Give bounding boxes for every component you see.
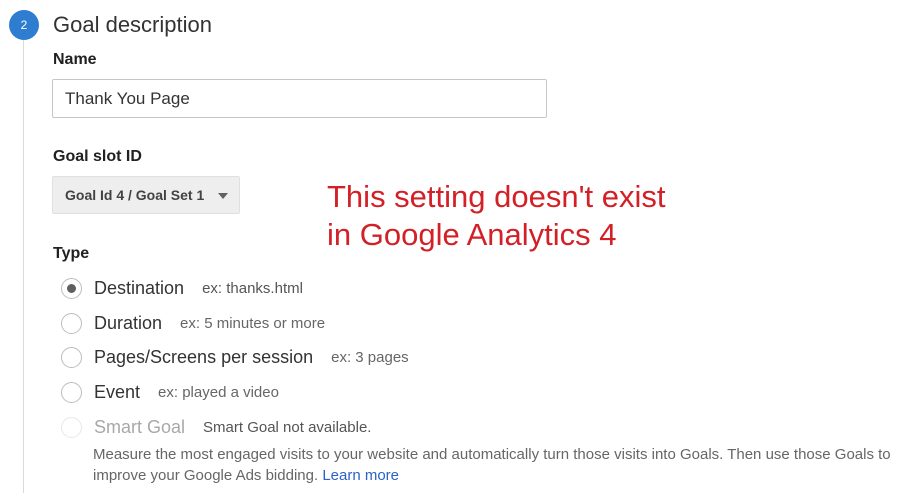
- caret-down-icon: [218, 193, 228, 199]
- annotation-text: This setting doesn't exist in Google Ana…: [327, 178, 665, 254]
- smart-goal-description: Measure the most engaged visits to your …: [93, 444, 905, 486]
- type-option-hint: ex: 3 pages: [331, 349, 409, 366]
- radio-unselected-icon[interactable]: [61, 382, 82, 403]
- type-label: Type: [53, 245, 90, 262]
- annotation-line-1: This setting doesn't exist: [327, 179, 666, 214]
- goal-slot-dropdown[interactable]: Goal Id 4 / Goal Set 1: [52, 176, 240, 214]
- type-option-smart-goal: Smart Goal Smart Goal not available.: [61, 417, 371, 438]
- type-option-label: Smart Goal: [94, 417, 186, 437]
- section-title: Goal description: [53, 12, 212, 37]
- type-option-hint: Smart Goal not available.: [203, 419, 372, 436]
- type-option-label: Pages/Screens per session: [94, 347, 314, 367]
- type-option-event[interactable]: Event ex: played a video: [61, 382, 279, 403]
- type-option-label: Duration: [94, 313, 163, 333]
- radio-disabled-icon: [61, 417, 82, 438]
- smart-goal-description-text: Measure the most engaged visits to your …: [93, 446, 891, 484]
- goal-slot-value: Goal Id 4 / Goal Set 1: [65, 187, 205, 203]
- type-option-label: Event: [94, 382, 141, 402]
- goal-slot-label: Goal slot ID: [53, 148, 142, 165]
- type-option-hint: ex: played a video: [158, 384, 279, 401]
- type-option-hint: ex: thanks.html: [202, 280, 303, 297]
- goal-name-input[interactable]: [52, 79, 547, 118]
- radio-unselected-icon[interactable]: [61, 347, 82, 368]
- type-option-hint: ex: 5 minutes or more: [180, 315, 326, 332]
- type-option-destination[interactable]: Destination ex: thanks.html: [61, 278, 303, 299]
- radio-selected-icon[interactable]: [61, 278, 82, 299]
- annotation-line-2: in Google Analytics 4: [327, 217, 617, 252]
- learn-more-link[interactable]: Learn more: [322, 467, 399, 484]
- name-label: Name: [53, 51, 97, 68]
- type-option-duration[interactable]: Duration ex: 5 minutes or more: [61, 313, 325, 334]
- type-option-pages-per-session[interactable]: Pages/Screens per session ex: 3 pages: [61, 347, 409, 368]
- radio-unselected-icon[interactable]: [61, 313, 82, 334]
- step-number: 2: [20, 18, 28, 32]
- step-number-badge: 2: [9, 10, 39, 40]
- step-connector-line: [23, 38, 24, 493]
- type-option-label: Destination: [94, 278, 185, 298]
